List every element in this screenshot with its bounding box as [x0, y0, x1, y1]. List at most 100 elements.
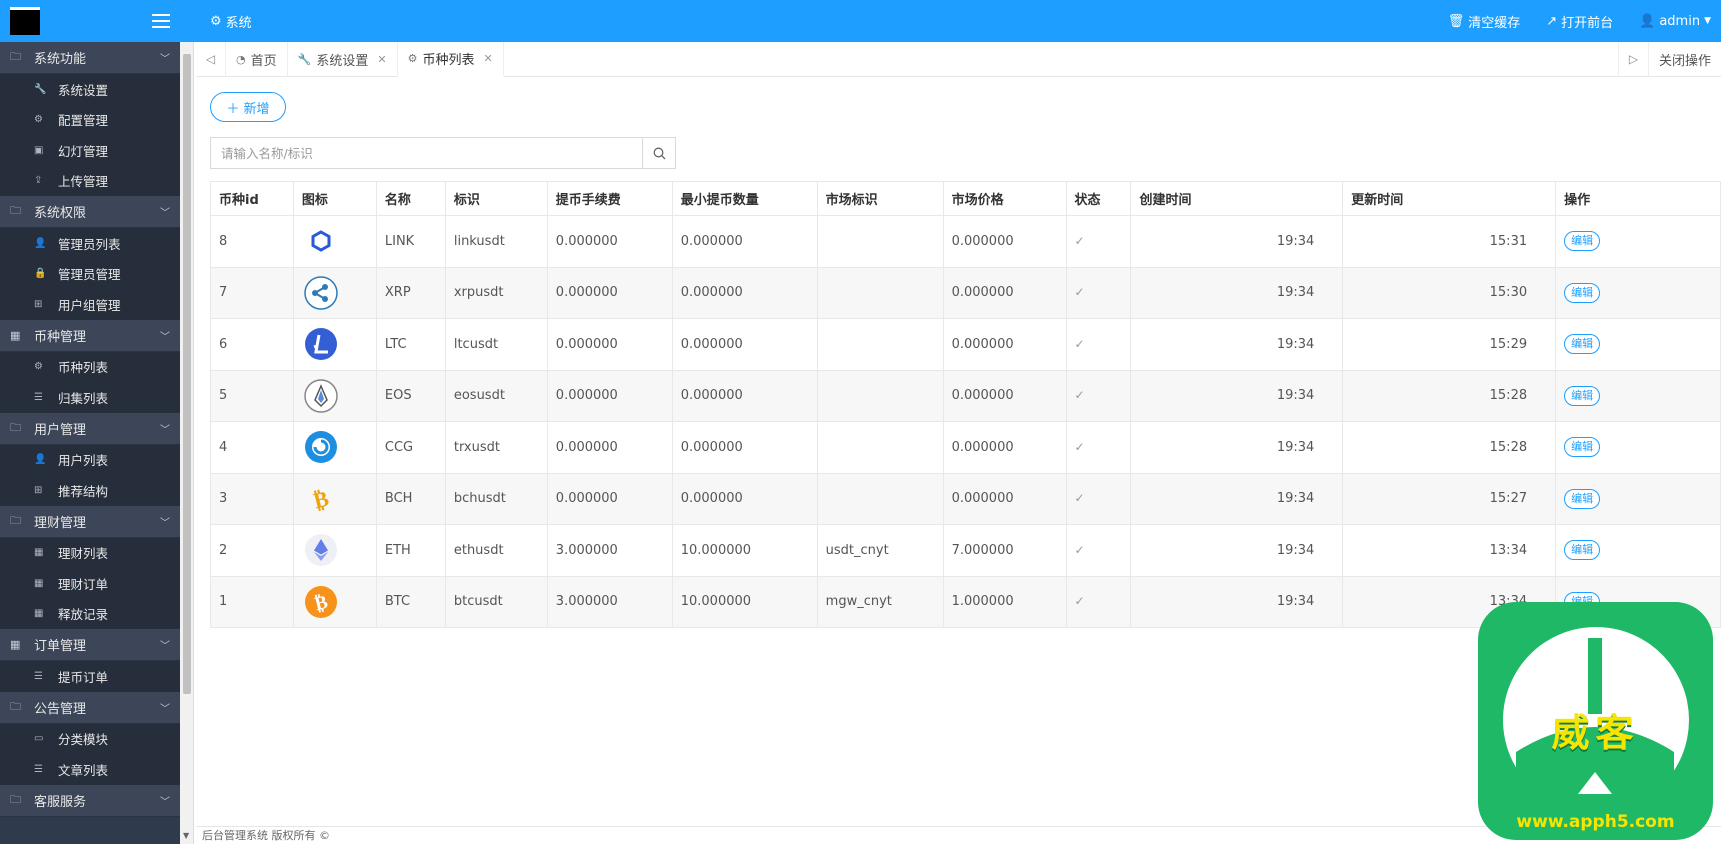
- folder-icon: 🗀: [10, 420, 21, 434]
- sidebar-item[interactable]: ⊞ 推荐结构: [0, 475, 180, 506]
- sidebar-group[interactable]: ▦ 币种管理 ﹀: [0, 319, 180, 352]
- column-header: 状态: [1065, 181, 1132, 216]
- close-icon[interactable]: ✕: [483, 52, 492, 65]
- edit-button[interactable]: 编辑: [1564, 334, 1601, 355]
- sidebar-group[interactable]: 🗀 理财管理 ﹀: [0, 505, 180, 538]
- menu-toggle-icon[interactable]: [152, 14, 170, 28]
- sidebar-item[interactable]: ☰ 提币订单: [0, 661, 180, 692]
- cell-id: 5: [210, 369, 294, 422]
- sidebar-item[interactable]: ⚙ 配置管理: [0, 104, 180, 135]
- close-operations-button[interactable]: 关闭操作: [1649, 50, 1721, 69]
- edit-button[interactable]: 编辑: [1564, 231, 1601, 252]
- sidebar-item[interactable]: ⚙ 币种列表: [0, 351, 180, 382]
- cell-icon: [292, 318, 377, 371]
- check-icon: ✓: [1074, 439, 1085, 454]
- plus-icon: ＋: [226, 101, 240, 117]
- chevron-down-icon: ﹀: [160, 424, 170, 436]
- xrp-coin: [304, 276, 338, 310]
- cell-status: ✓: [1065, 575, 1132, 628]
- sidebar-scrollbar[interactable]: ▼: [180, 42, 194, 844]
- close-icon[interactable]: ✕: [377, 53, 386, 66]
- edit-button[interactable]: 编辑: [1564, 488, 1601, 509]
- sidebar-group[interactable]: ▦ 订单管理 ﹀: [0, 629, 180, 661]
- open-frontend-link[interactable]: ↗ 打开前台: [1546, 12, 1613, 31]
- search-input[interactable]: [210, 137, 642, 169]
- cell-name: CCG: [375, 421, 446, 474]
- folder-icon: 🗀: [10, 50, 21, 63]
- cell-id: 2: [210, 524, 294, 577]
- scrollbar-thumb[interactable]: [183, 54, 191, 694]
- cell-status: ✓: [1065, 421, 1132, 474]
- sidebar-item[interactable]: ▦ 释放记录: [0, 598, 180, 629]
- sidebar-item[interactable]: 👤 管理员列表: [0, 228, 180, 259]
- sidebar-item[interactable]: 🔧 系统设置: [0, 74, 180, 105]
- sidebar-item[interactable]: ⊞ 用户组管理: [0, 289, 180, 320]
- cell-price: 0.000000: [942, 421, 1067, 474]
- system-menu[interactable]: ⚙ 系统: [210, 12, 252, 31]
- sidebar-group[interactable]: 🗀 客服服务 ﹀: [0, 784, 180, 817]
- search-button[interactable]: [642, 137, 676, 169]
- cell-fee: 3.000000: [546, 524, 673, 577]
- cell-status: ✓: [1065, 318, 1132, 371]
- sidebar-group-label: 系统功能: [34, 52, 87, 67]
- sidebar-group[interactable]: 🗀 公告管理 ﹀: [0, 691, 180, 724]
- tab[interactable]: 🔧 系统设置 ✕: [288, 41, 398, 77]
- sidebar-item[interactable]: ▦ 理财订单: [0, 568, 180, 599]
- top-header: ⚙ 系统 🗑 清空缓存 ↗ 打开前台 👤 admin ▼: [0, 0, 1721, 42]
- edit-button[interactable]: 编辑: [1564, 385, 1601, 406]
- watermark-url: www.apph5.com: [1516, 812, 1675, 832]
- sidebar-item[interactable]: ☰ 文章列表: [0, 754, 180, 785]
- cell-market: [816, 421, 944, 474]
- sidebar-group-label: 理财管理: [34, 515, 87, 531]
- user-menu[interactable]: 👤 admin ▼: [1639, 12, 1711, 31]
- sidebar-item[interactable]: ⇪ 上传管理: [0, 165, 180, 196]
- edit-button[interactable]: 编辑: [1564, 540, 1601, 561]
- cell-updated: 15:28: [1342, 421, 1557, 474]
- cell-created: 19:34: [1130, 575, 1344, 628]
- sidebar-item[interactable]: 🔒 管理员管理: [0, 258, 180, 289]
- cell-symbol: xrpusdt: [444, 266, 548, 319]
- tab-scroll-left-icon[interactable]: ◁: [196, 41, 226, 77]
- cell-fee: 0.000000: [546, 472, 673, 525]
- gear-icon: ⚙: [210, 13, 222, 29]
- sidebar-group[interactable]: 🗀 系统功能 ﹀: [0, 42, 180, 74]
- cell-id: 6: [210, 318, 294, 371]
- tab[interactable]: ◔ 首页: [226, 41, 288, 77]
- sidebar-group[interactable]: 🗀 系统权限 ﹀: [0, 196, 180, 228]
- sidebar-item[interactable]: ▦ 理财列表: [0, 537, 180, 568]
- tab-scroll-right-icon[interactable]: ▷: [1619, 41, 1649, 77]
- sidebar-item[interactable]: ☰ 归集列表: [0, 382, 180, 413]
- system-label: 系统: [225, 15, 252, 31]
- tab[interactable]: ⚙ 币种列表 ✕: [397, 41, 504, 77]
- add-button[interactable]: ＋ 新增: [210, 92, 286, 122]
- cell-market: [816, 369, 944, 422]
- cell-fee: 0.000000: [546, 369, 673, 422]
- edit-button[interactable]: 编辑: [1564, 282, 1601, 303]
- cell-name: LINK: [375, 215, 446, 268]
- cell-name: BTC: [375, 575, 446, 628]
- sidebar-item[interactable]: 👤 用户列表: [0, 444, 180, 475]
- cell-updated: 15:29: [1342, 318, 1557, 371]
- gears-icon: ⚙: [407, 51, 418, 65]
- column-header: 标识: [444, 181, 548, 216]
- cell-updated: 15:27: [1342, 472, 1557, 525]
- cell-symbol: trxusdt: [444, 421, 548, 474]
- cell-icon: [292, 524, 377, 577]
- sidebar-item-label: 币种列表: [58, 360, 109, 376]
- tab-label: 系统设置: [316, 53, 369, 69]
- clear-cache-link[interactable]: 🗑 清空缓存: [1448, 12, 1521, 31]
- sidebar-item[interactable]: ▣ 幻灯管理: [0, 135, 180, 166]
- sidebar-item[interactable]: ▭ 分类模块: [0, 723, 180, 754]
- table-row: 8 LINK linkusdt 0.000000 0.000000 0.0000…: [210, 215, 1721, 268]
- sidebar-group[interactable]: 🗀 用户管理 ﹀: [0, 412, 180, 445]
- table-row: 7 XRP xrpusdt 0.000000 0.000000 0.000000…: [210, 266, 1721, 319]
- cell-created: 19:34: [1130, 421, 1344, 474]
- cell-fee: 0.000000: [546, 318, 673, 371]
- scroll-down-icon[interactable]: ▼: [183, 831, 189, 840]
- edit-button[interactable]: 编辑: [1564, 437, 1601, 458]
- column-header: 市场价格: [942, 181, 1067, 216]
- tab-bar: ◁ ◔ 首页 🔧 系统设置 ✕ ⚙ 币种列表 ✕ ▷ 关闭操作: [196, 41, 1721, 77]
- user-icon: 👤: [1639, 13, 1656, 29]
- cell-min: 10.000000: [671, 524, 818, 577]
- column-header: 名称: [375, 181, 446, 216]
